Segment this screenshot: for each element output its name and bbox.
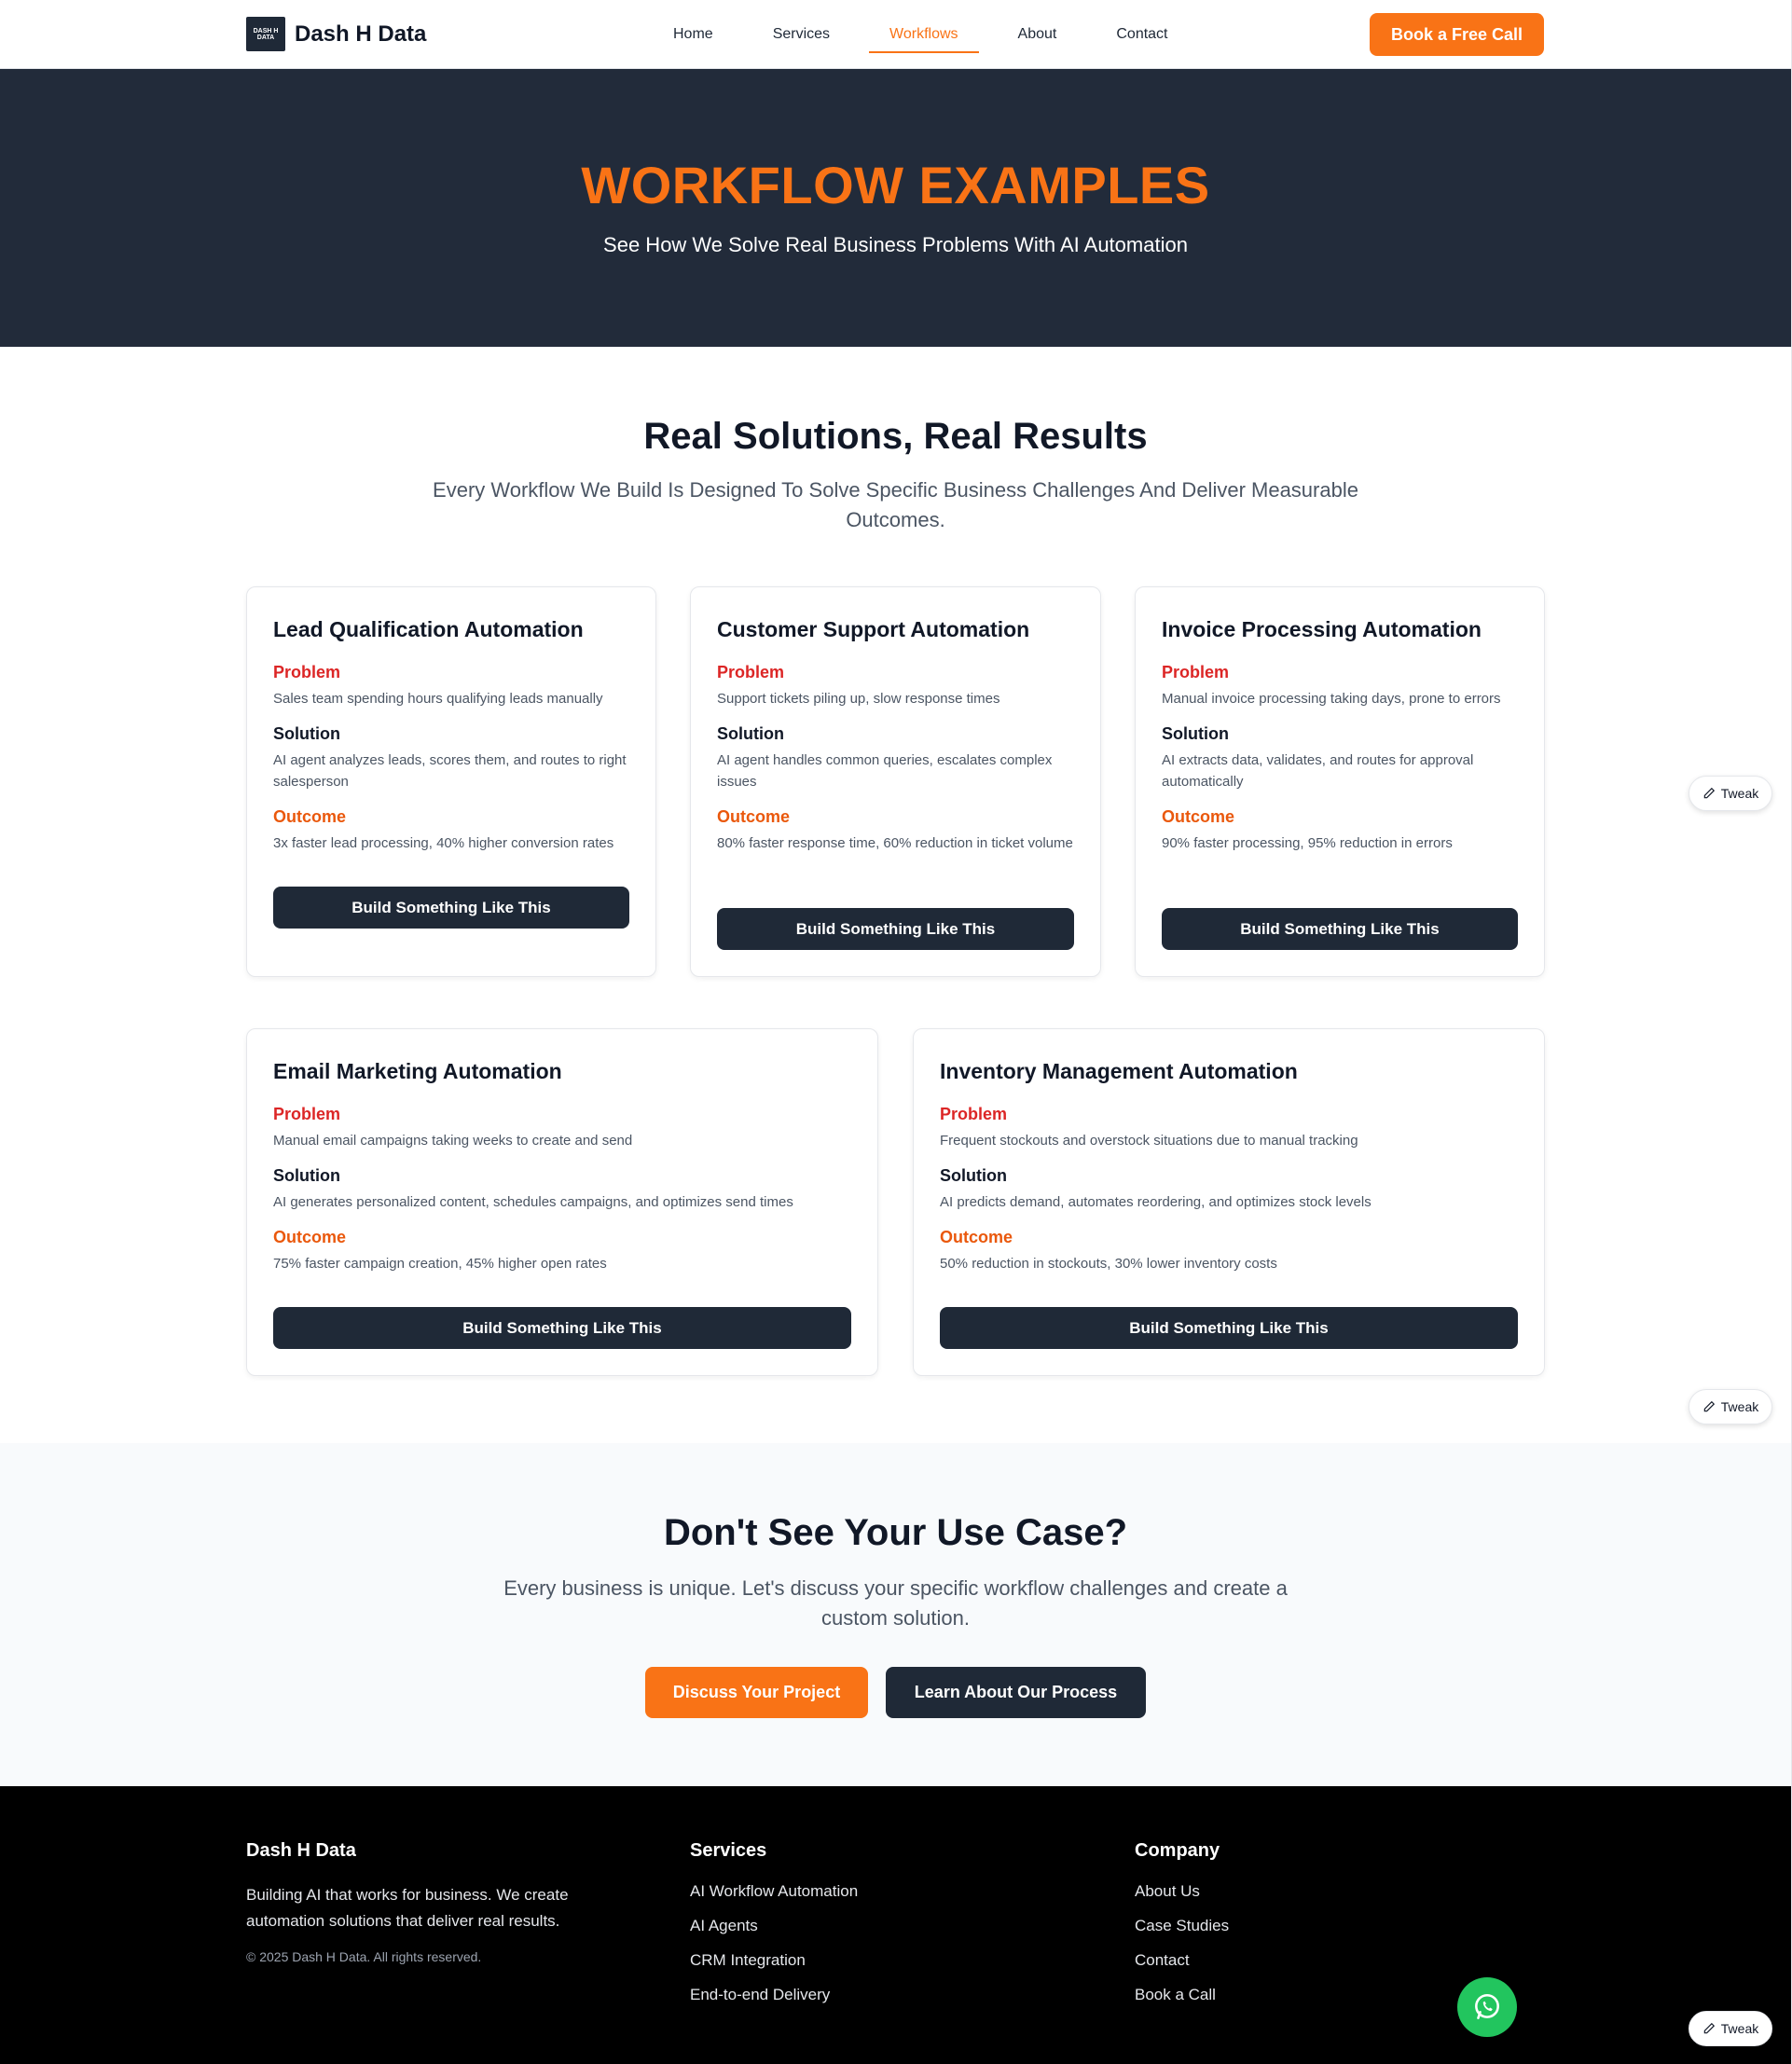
problem-label: Problem [940,1105,1008,1123]
solution-text: AI agent handles common queries, escalat… [717,752,1053,790]
problem-label: Problem [717,663,785,681]
footer-copyright: © 2025 Dash H Data. All rights reserved. [246,1949,482,1964]
tweak-button[interactable]: Tweak [1689,1389,1772,1424]
card-title: Lead Qualification Automation [273,617,584,641]
nav-services[interactable]: Services [752,18,850,51]
hero-banner: WORKFLOW EXAMPLES See How We Solve Real … [0,69,1791,347]
footer-services-title: Services [690,1840,767,1861]
brand-logo: DASH H DATA [246,17,285,51]
problem-label: Problem [273,1105,341,1123]
footer-services-col: Services AI Workflow Automation AI Agent… [690,1840,858,2020]
outcome-text: 90% faster processing, 95% reduction in … [1162,835,1453,851]
build-something-button[interactable]: Build Something Like This [717,908,1074,950]
outcome-text: 80% faster response time, 60% reduction … [717,835,1073,851]
cta-subtitle: Every business is unique. Let's discuss … [503,1576,1288,1630]
footer-link-about[interactable]: About Us [1135,1882,1229,1917]
card-title: Invoice Processing Automation [1162,617,1482,641]
tweak-button[interactable]: Tweak [1689,2011,1772,2046]
cta-title: Don't See Your Use Case? [663,1512,1128,1553]
footer: Dash H Data Building AI that works for b… [0,1786,1791,2064]
book-free-call-button[interactable]: Book a Free Call [1370,13,1544,56]
brand-link[interactable]: DASH H DATA Dash H Data [246,17,426,51]
pencil-icon [1703,1400,1715,1412]
problem-text: Manual email campaigns taking weeks to c… [273,1133,633,1149]
outcome-label: Outcome [273,1228,347,1246]
build-something-button[interactable]: Build Something Like This [273,887,629,929]
nav-contact[interactable]: Contact [1096,18,1188,51]
brand-name: Dash H Data [295,21,427,47]
footer-link-ai-agents[interactable]: AI Agents [690,1917,858,1951]
outcome-text: 3x faster lead processing, 40% higher co… [273,835,614,851]
tweak-label: Tweak [1720,786,1759,801]
build-something-button[interactable]: Build Something Like This [940,1307,1518,1349]
nav-workflows[interactable]: Workflows [869,18,979,53]
problem-text: Frequent stockouts and overstock situati… [940,1133,1358,1149]
workflow-card: Lead Qualification Automation Problem Sa… [246,586,656,977]
whatsapp-icon [1475,1993,1499,2019]
problem-text: Support tickets piling up, slow response… [717,691,1000,707]
footer-company-col: Company About Us Case Studies Contact Bo… [1135,1840,1229,2020]
card-title: Email Marketing Automation [273,1059,562,1083]
tweak-label: Tweak [1720,1399,1759,1414]
footer-link-crm[interactable]: CRM Integration [690,1951,858,1986]
build-something-button[interactable]: Build Something Like This [1162,908,1518,950]
hero-title: WORKFLOW EXAMPLES [581,156,1210,214]
solution-text: AI agent analyzes leads, scores them, an… [273,752,627,790]
outcome-label: Outcome [940,1228,1013,1246]
discuss-project-button[interactable]: Discuss Your Project [645,1667,868,1718]
workflow-card: Inventory Management Automation Problem … [913,1028,1545,1376]
pencil-icon [1703,787,1715,799]
top-navbar: DASH H DATA Dash H Data Home Services Wo… [0,0,1791,69]
footer-description: Building AI that works for business. We … [246,1886,569,1930]
solution-text: AI generates personalized content, sched… [273,1194,793,1210]
solution-label: Solution [273,1166,340,1185]
nav-home[interactable]: Home [653,18,734,51]
hero-subtitle: See How We Solve Real Business Problems … [603,233,1188,256]
build-something-button[interactable]: Build Something Like This [273,1307,851,1349]
footer-brand-col: Dash H Data Building AI that works for b… [246,1840,628,1964]
problem-label: Problem [273,663,341,681]
cta-section: Don't See Your Use Case? Every business … [0,1443,1791,1786]
footer-brand: Dash H Data [246,1840,356,1861]
solution-text: AI predicts demand, automates reordering… [940,1194,1372,1210]
footer-link-case-studies[interactable]: Case Studies [1135,1917,1229,1951]
footer-link-delivery[interactable]: End-to-end Delivery [690,1986,858,2020]
learn-process-button[interactable]: Learn About Our Process [886,1667,1146,1718]
solution-label: Solution [1162,724,1229,743]
workflow-card: Invoice Processing Automation Problem Ma… [1135,586,1545,977]
solutions-title: Real Solutions, Real Results [643,416,1148,457]
outcome-label: Outcome [273,807,347,826]
problem-label: Problem [1162,663,1230,681]
pencil-icon [1703,2022,1715,2034]
outcome-text: 50% reduction in stockouts, 30% lower in… [940,1256,1277,1272]
nav-about[interactable]: About [998,18,1078,51]
footer-link-ai-workflow[interactable]: AI Workflow Automation [690,1882,858,1917]
footer-link-book-call[interactable]: Book a Call [1135,1986,1229,2020]
footer-company-title: Company [1135,1840,1220,1861]
outcome-text: 75% faster campaign creation, 45% higher… [273,1256,607,1272]
main-nav: Home Services Workflows About Contact [643,0,1198,69]
solutions-subtitle: Every Workflow We Build Is Designed To S… [433,478,1358,531]
outcome-label: Outcome [1162,807,1235,826]
logo-text: DASH H DATA [253,27,279,41]
workflow-card: Customer Support Automation Problem Supp… [690,586,1101,977]
whatsapp-button[interactable] [1457,1977,1517,2037]
solution-text: AI extracts data, validates, and routes … [1162,752,1474,790]
workflow-card: Email Marketing Automation Problem Manua… [246,1028,878,1376]
footer-link-contact[interactable]: Contact [1135,1951,1229,1986]
tweak-button[interactable]: Tweak [1689,776,1772,811]
outcome-label: Outcome [717,807,791,826]
solution-label: Solution [717,724,784,743]
tweak-label: Tweak [1720,2021,1759,2036]
card-title: Inventory Management Automation [940,1059,1298,1083]
solution-label: Solution [273,724,340,743]
solution-label: Solution [940,1166,1007,1185]
card-title: Customer Support Automation [717,617,1030,641]
problem-text: Manual invoice processing taking days, p… [1162,691,1501,707]
problem-text: Sales team spending hours qualifying lea… [273,691,603,707]
